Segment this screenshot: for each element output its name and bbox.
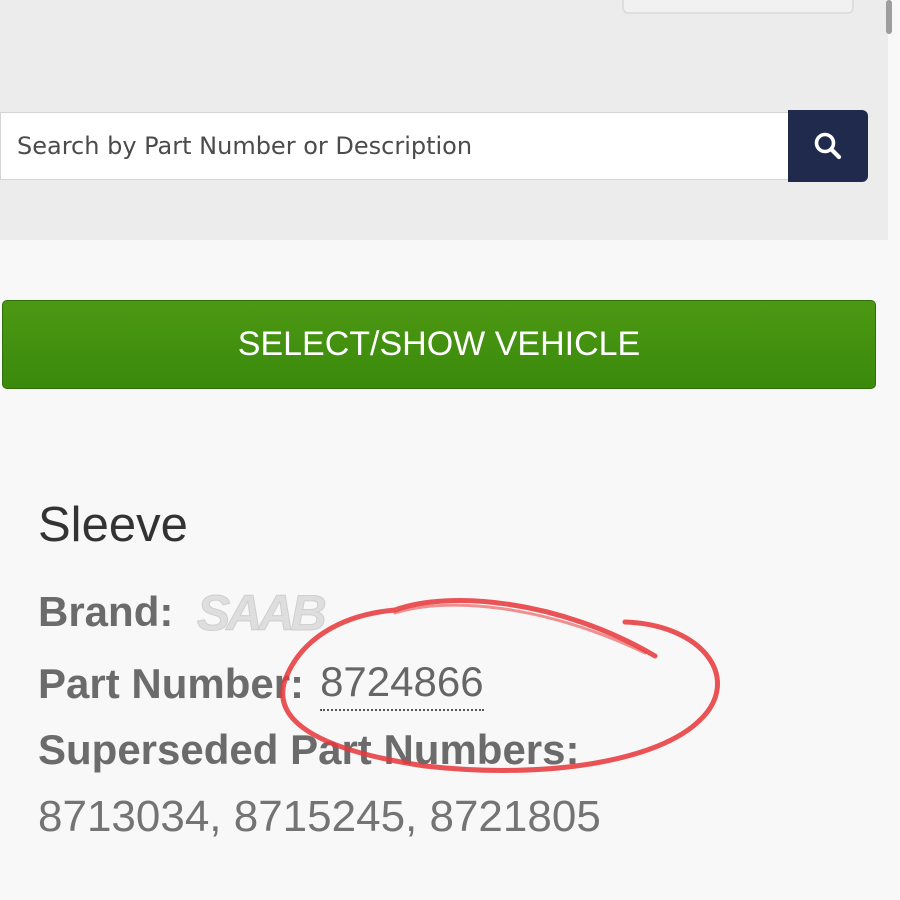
superseded-part-numbers: 8713034, 8715245, 8721805 [38,792,601,841]
search-input[interactable] [0,112,788,180]
superseded-part-numbers-label: Superseded Part Numbers: [38,726,580,773]
select-show-vehicle-button[interactable]: SELECT/SHOW VEHICLE [2,300,876,389]
part-detail-page: SELECT/SHOW VEHICLE Sleeve Brand: SAAB P… [0,0,900,900]
brand-row: Brand: SAAB [38,584,385,641]
scrollbar[interactable] [886,0,892,34]
part-number-link[interactable]: 8724866 [320,657,484,711]
search-icon [814,132,842,160]
svg-text:SAAB: SAAB [197,585,326,640]
top-dropdown-partial[interactable] [622,0,854,14]
part-title: Sleeve [38,498,188,552]
search-button[interactable] [788,110,868,182]
part-number-label: Part Number: [38,660,305,707]
saab-logo: SAAB [197,585,330,641]
brand-label: Brand: [38,588,174,635]
part-number-row: Part Number: 8724866 [38,654,484,714]
